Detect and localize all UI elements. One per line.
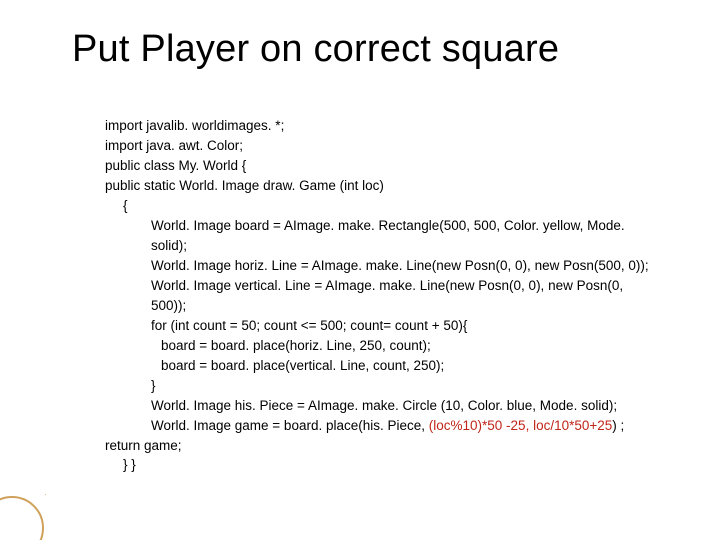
code-line: for (int count = 50; count <= 500; count…: [105, 316, 660, 336]
highlight-text: (loc%10)*50 -25, loc/10*50+25: [429, 418, 613, 433]
slide: Put Player on correct square import java…: [0, 0, 720, 540]
code-line: } }: [105, 455, 660, 475]
code-line: public class My. World {: [105, 156, 660, 176]
code-line: public static World. Image draw. Game (i…: [105, 176, 660, 196]
slide-title: Put Player on correct square: [72, 28, 680, 71]
corner-decoration: [0, 494, 46, 540]
code-line: import javalib. worldimages. *;: [105, 116, 660, 136]
code-line: World. Image board = AImage. make. Recta…: [105, 216, 660, 256]
code-line: World. Image vertical. Line = AImage. ma…: [105, 276, 660, 316]
code-text: ) ;: [612, 418, 624, 433]
code-line: World. Image game = board. place(his. Pi…: [105, 416, 660, 436]
code-text: World. Image game = board. place(his. Pi…: [151, 418, 429, 433]
code-block: import javalib. worldimages. *; import j…: [105, 116, 660, 475]
code-line: board = board. place(horiz. Line, 250, c…: [105, 336, 660, 356]
code-line: return game;: [105, 436, 660, 456]
code-line: World. Image horiz. Line = AImage. make.…: [105, 256, 660, 276]
code-line: World. Image his. Piece = AImage. make. …: [105, 396, 660, 416]
code-line: import java. awt. Color;: [105, 136, 660, 156]
code-line: }: [105, 376, 660, 396]
code-line: board = board. place(vertical. Line, cou…: [105, 356, 660, 376]
code-line: {: [105, 196, 660, 216]
